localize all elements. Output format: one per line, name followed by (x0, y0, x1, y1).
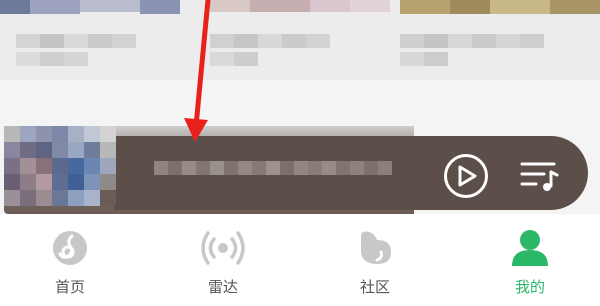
tab-community[interactable]: 社区 (315, 214, 435, 306)
bottom-tab-bar: 首页 雷达 社区 我的 (0, 214, 600, 306)
community-icon (361, 231, 391, 264)
profile-icon (512, 230, 548, 266)
playlist-icon (520, 162, 559, 191)
mini-player[interactable] (4, 126, 588, 214)
play-icon (458, 165, 477, 187)
annotation-arrow (184, 0, 211, 142)
pixelated-content (0, 0, 600, 80)
tab-home[interactable]: 首页 (10, 214, 130, 306)
home-icon (53, 231, 87, 265)
tab-profile[interactable]: 我的 (470, 214, 590, 306)
tab-label: 首页 (54, 278, 85, 296)
play-button[interactable] (444, 154, 488, 198)
radar-icon (201, 231, 245, 265)
tab-label: 雷达 (207, 278, 238, 296)
album-cover[interactable] (4, 126, 116, 214)
playlist-button[interactable] (520, 156, 560, 196)
tab-radar[interactable]: 雷达 (163, 214, 283, 306)
tab-label: 我的 (514, 278, 545, 296)
song-title-pixelated[interactable] (154, 154, 404, 182)
tab-label: 社区 (359, 278, 390, 296)
